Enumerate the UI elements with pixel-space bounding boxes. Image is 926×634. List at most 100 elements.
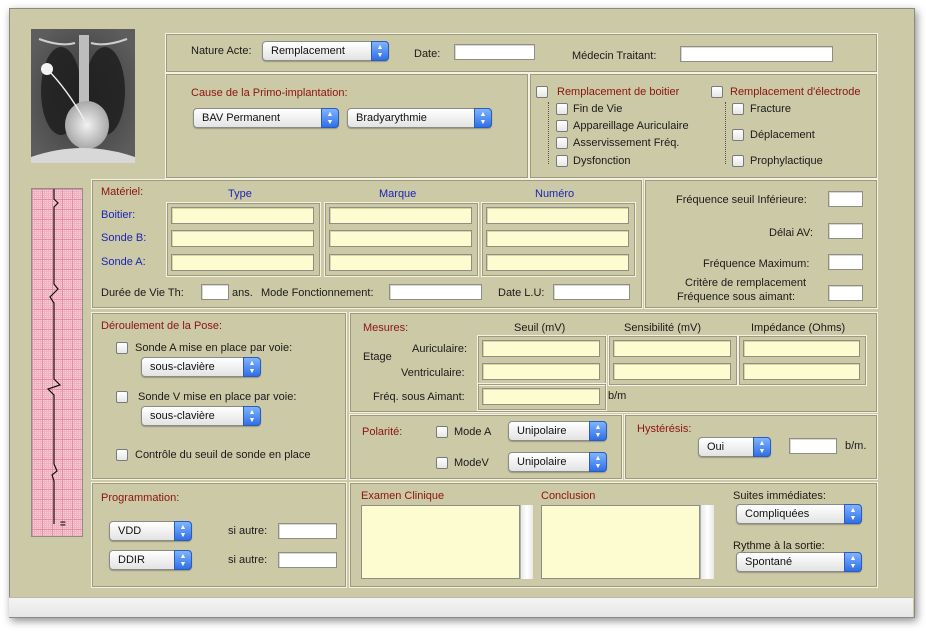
chevron-updown-icon: ▲ ▼ (321, 108, 339, 128)
sonde-b-type-field[interactable] (171, 230, 314, 247)
sonde-a-label: Sonde A mise en place par voie: (135, 342, 293, 354)
medecin-field[interactable] (680, 46, 833, 62)
examen-title: Examen Clinique (361, 490, 445, 502)
duree-field[interactable] (201, 284, 229, 300)
dysfonction-checkbox[interactable] (556, 155, 568, 167)
chevron-updown-icon: ▲ ▼ (243, 357, 261, 377)
sensibilite-auriculaire-field[interactable] (613, 340, 731, 357)
deplacement-checkbox[interactable] (732, 129, 744, 141)
delai-av-label: Délai AV: (769, 227, 814, 239)
suites-select[interactable]: Compliquées ▲ ▼ (736, 504, 862, 524)
chevron-updown-icon: ▲ ▼ (844, 552, 862, 572)
programmation-title: Programmation: (101, 492, 180, 504)
ecg-mark-icon: = (60, 519, 66, 530)
boitier-title: Remplacement de boitier (557, 86, 680, 98)
suites-value: Compliquées (745, 508, 810, 520)
primo-type-select[interactable]: Bradyarythmie ▲ ▼ (347, 108, 492, 128)
seuil-inf-field[interactable] (828, 191, 863, 207)
primo-cause-value: BAV Permanent (202, 112, 281, 124)
boitier-divider (548, 102, 549, 164)
rythme-value: Spontané (745, 556, 793, 568)
row-sonde-b-label: Sonde B: (101, 232, 147, 244)
controle-checkbox[interactable] (116, 449, 128, 461)
sensibilite-ventriculaire-field[interactable] (613, 363, 731, 380)
si-autre-field-2[interactable] (278, 552, 337, 568)
boitier-marque-field[interactable] (329, 207, 472, 224)
ecg-strip: = (31, 188, 83, 537)
sonde-a-type-field[interactable] (171, 254, 314, 271)
programmation-select-1[interactable]: VDD ▲ ▼ (109, 521, 192, 541)
prophylactique-checkbox[interactable] (732, 155, 744, 167)
col-seuil-header: Seuil (mV) (514, 322, 566, 334)
si-autre-field-1[interactable] (278, 523, 337, 539)
etage-label: Etage (363, 351, 392, 363)
electrode-checkbox[interactable] (711, 86, 723, 98)
sonde-a-checkbox[interactable] (116, 342, 128, 354)
impedance-ventriculaire-field[interactable] (743, 363, 860, 380)
window-bottom-bar (9, 597, 913, 617)
boitier-checkbox[interactable] (536, 86, 548, 98)
asservissement-checkbox[interactable] (556, 137, 568, 149)
primo-cause-select[interactable]: BAV Permanent ▲ ▼ (193, 108, 339, 128)
hysteresis-title: Hystérésis: (637, 423, 692, 435)
ventriculaire-label: Ventriculaire: (401, 367, 465, 379)
appareillage-checkbox[interactable] (556, 120, 568, 132)
seuil-auriculaire-field[interactable] (482, 340, 600, 357)
mode-v-polarite-select[interactable]: Unipolaire ▲ ▼ (508, 452, 607, 472)
chevron-updown-icon: ▲ ▼ (174, 550, 192, 570)
controle-label: Contrôle du seuil de sonde en place (135, 449, 311, 461)
impedance-auriculaire-field[interactable] (743, 340, 860, 357)
row-sonde-a-label: Sonde A: (101, 256, 146, 268)
mode-field[interactable] (389, 284, 482, 300)
conclusion-scrollbar[interactable] (700, 505, 714, 579)
boitier-type-field[interactable] (171, 207, 314, 224)
fin-de-vie-label: Fin de Vie (573, 103, 623, 115)
sonde-v-checkbox[interactable] (116, 391, 128, 403)
deplacement-label: Déplacement (750, 129, 815, 141)
programmation-select-2[interactable]: DDIR ▲ ▼ (109, 550, 192, 570)
dysfonction-label: Dysfonction (573, 155, 631, 167)
sonde-b-numero-field[interactable] (486, 230, 629, 247)
col-impedance-header: Impédance (Ohms) (751, 322, 846, 334)
date-lu-field[interactable] (553, 284, 630, 300)
fracture-checkbox[interactable] (732, 103, 744, 115)
date-lu-label: Date L.U: (498, 287, 545, 299)
seuil-ventriculaire-field[interactable] (482, 363, 600, 380)
freq-aimant-field[interactable] (482, 388, 600, 405)
sonde-b-marque-field[interactable] (329, 230, 472, 247)
polarite-title: Polarité: (362, 426, 403, 438)
examen-scrollbar[interactable] (520, 505, 533, 579)
examen-textarea[interactable] (361, 505, 520, 579)
mode-a-polarite-value: Unipolaire (517, 425, 567, 437)
rythme-select[interactable]: Spontané ▲ ▼ (736, 552, 862, 572)
si-autre-label-2: si autre: (228, 554, 268, 566)
date-field[interactable] (454, 44, 535, 60)
fin-de-vie-checkbox[interactable] (556, 103, 568, 115)
appareillage-label: Appareillage Auriculaire (573, 120, 689, 132)
nature-acte-select[interactable]: Remplacement ▲ ▼ (262, 41, 389, 61)
hysteresis-field[interactable] (789, 438, 837, 454)
mode-v-polarite-value: Unipolaire (517, 456, 567, 468)
conclusion-textarea[interactable] (541, 505, 700, 579)
mode-a-checkbox[interactable] (436, 426, 448, 438)
sonde-a-marque-field[interactable] (329, 254, 472, 271)
mode-a-polarite-select[interactable]: Unipolaire ▲ ▼ (508, 421, 607, 441)
sonde-v-voie-select[interactable]: sous-clavière ▲ ▼ (141, 406, 261, 426)
sonde-a-numero-field[interactable] (486, 254, 629, 271)
pose-title: Déroulement de la Pose: (101, 320, 223, 332)
boitier-numero-field[interactable] (486, 207, 629, 224)
chevron-updown-icon: ▲ ▼ (844, 504, 862, 524)
materiel-title: Matériel: (101, 186, 144, 198)
fracture-label: Fracture (750, 103, 791, 115)
delai-av-field[interactable] (828, 223, 863, 239)
critere-label-1: Critère de remplacement (685, 277, 807, 289)
col-marque-header: Marque (379, 188, 417, 200)
critere-field[interactable] (828, 285, 863, 301)
hysteresis-select[interactable]: Oui ▲ ▼ (698, 437, 771, 457)
chevron-updown-icon: ▲ ▼ (243, 406, 261, 426)
sonde-a-voie-select[interactable]: sous-clavière ▲ ▼ (141, 357, 261, 377)
freq-aimant-label: Fréq. sous Aimant: (373, 391, 465, 403)
mode-v-checkbox[interactable] (436, 457, 448, 469)
freq-max-field[interactable] (828, 254, 863, 270)
nature-acte-label: Nature Acte: (191, 45, 252, 57)
